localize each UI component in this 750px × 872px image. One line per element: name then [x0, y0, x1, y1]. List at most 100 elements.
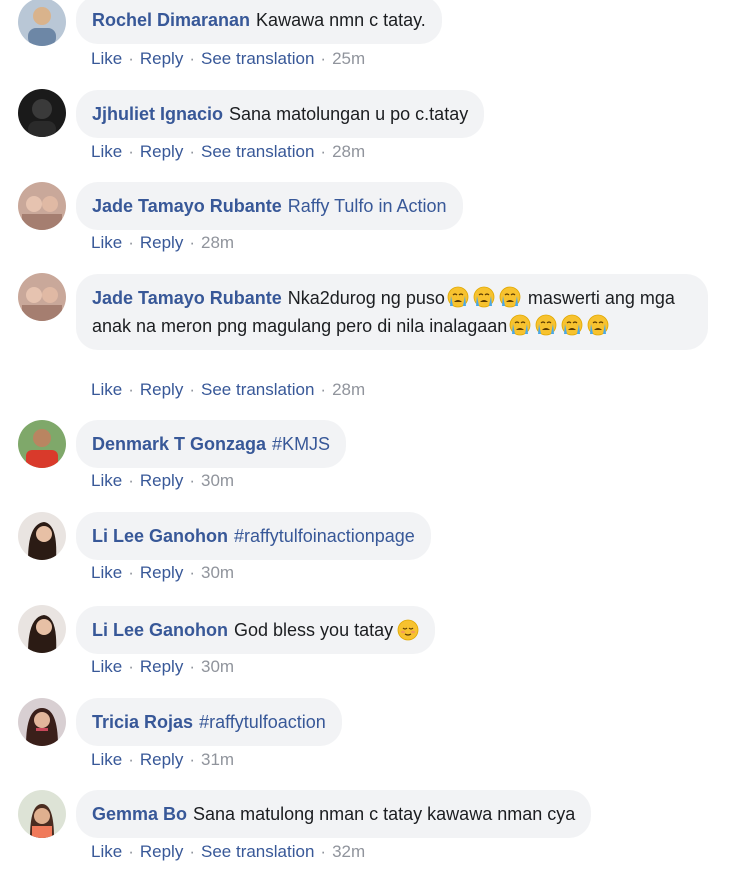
separator: ·	[189, 657, 195, 676]
avatar[interactable]	[18, 698, 66, 746]
like-link[interactable]: Like	[91, 233, 122, 253]
separator: ·	[189, 842, 195, 861]
comment-actions: Like · Reply · See translation · 28m	[91, 142, 365, 162]
comment-author[interactable]: Li Lee Ganohon	[92, 616, 228, 644]
separator: ·	[128, 842, 134, 861]
comment-author[interactable]: Denmark T Gonzaga	[92, 430, 266, 458]
crying-face-icon	[535, 314, 557, 336]
like-link[interactable]: Like	[91, 563, 122, 583]
separator: ·	[128, 233, 134, 252]
reply-link[interactable]: Reply	[140, 657, 183, 677]
timestamp[interactable]: 28m	[332, 142, 365, 162]
crying-face-icon	[587, 314, 609, 336]
comment-bubble: Li Lee Ganohon God bless you tatay	[76, 606, 436, 654]
avatar[interactable]	[18, 790, 66, 838]
reply-link[interactable]: Reply	[140, 380, 183, 400]
reply-link[interactable]: Reply	[140, 563, 183, 583]
reply-link[interactable]: Reply	[140, 750, 183, 770]
separator: ·	[320, 49, 327, 68]
separator: ·	[128, 657, 134, 676]
avatar[interactable]	[18, 0, 66, 46]
reply-link[interactable]: Reply	[140, 142, 183, 162]
comment-text: God bless you tatay	[234, 620, 394, 640]
comment-bubble: Rochel Dimaranan Kawawa nmn c tatay.	[76, 0, 442, 44]
comment-author[interactable]: Tricia Rojas	[92, 708, 193, 736]
avatar[interactable]	[18, 273, 66, 321]
avatar[interactable]	[18, 89, 66, 137]
crying-face-icon	[561, 314, 583, 336]
reply-link[interactable]: Reply	[140, 233, 183, 253]
timestamp[interactable]: 25m	[332, 49, 365, 69]
timestamp[interactable]: 30m	[201, 563, 234, 583]
comment-author[interactable]: Jade Tamayo Rubante	[92, 288, 282, 308]
separator: ·	[320, 380, 327, 399]
see-translation-link[interactable]: See translation	[201, 380, 314, 400]
like-link[interactable]: Like	[91, 380, 122, 400]
like-link[interactable]: Like	[91, 471, 122, 491]
blushing-face-icon	[397, 619, 419, 641]
comment-actions: Like · Reply · See translation · 32m	[91, 842, 365, 862]
separator: ·	[189, 380, 195, 399]
comment-text: Sana matolungan u po c.tatay	[229, 104, 469, 124]
separator: ·	[128, 471, 134, 490]
hashtag-link[interactable]: #raffytulfoaction	[199, 708, 326, 736]
timestamp[interactable]: 32m	[332, 842, 365, 862]
crying-face-icon	[509, 314, 531, 336]
reply-link[interactable]: Reply	[140, 842, 183, 862]
timestamp[interactable]: 30m	[201, 657, 234, 677]
like-link[interactable]: Like	[91, 657, 122, 677]
avatar[interactable]	[18, 182, 66, 230]
like-link[interactable]: Like	[91, 142, 122, 162]
like-link[interactable]: Like	[91, 842, 122, 862]
reply-link[interactable]: Reply	[140, 49, 183, 69]
comment-actions: Like · Reply · 30m	[91, 657, 234, 677]
avatar[interactable]	[18, 512, 66, 560]
timestamp[interactable]: 31m	[201, 750, 234, 770]
comment-actions: Like · Reply · See translation · 25m	[91, 49, 365, 69]
comment-bubble: Denmark T Gonzaga #KMJS	[76, 420, 347, 468]
comment-author[interactable]: Jjhuliet Ignacio	[92, 100, 223, 128]
timestamp[interactable]: 28m	[201, 233, 234, 253]
comment-actions: Like · Reply · 30m	[91, 471, 234, 491]
comment-author[interactable]: Li Lee Ganohon	[92, 522, 228, 550]
comment-actions: Like · Reply · 31m	[91, 750, 234, 770]
crying-face-icon	[447, 286, 469, 308]
separator: ·	[320, 142, 327, 161]
comment-author[interactable]: Jade Tamayo Rubante	[92, 192, 282, 220]
avatar[interactable]	[18, 420, 66, 468]
separator: ·	[128, 750, 134, 769]
hashtag-link[interactable]: #raffytulfoinactionpage	[234, 522, 415, 550]
see-translation-link[interactable]: See translation	[201, 49, 314, 69]
separator: ·	[128, 49, 134, 68]
comment-actions: Like · Reply · See translation · 28m	[91, 380, 365, 400]
see-translation-link[interactable]: See translation	[201, 142, 314, 162]
comment-bubble: Jade Tamayo Rubante Nka2durog ng puso mas…	[76, 274, 708, 350]
comment-bubble: Li Lee Ganohon #raffytulfoinactionpage	[76, 512, 431, 560]
comment-bubble: Jade Tamayo Rubante Raffy Tulfo in Actio…	[76, 182, 463, 230]
separator: ·	[189, 142, 195, 161]
comment-actions: Like · Reply · 28m	[91, 233, 234, 253]
page-tag-link[interactable]: Raffy Tulfo in Action	[288, 192, 447, 220]
hashtag-link[interactable]: #KMJS	[272, 430, 330, 458]
separator: ·	[189, 233, 195, 252]
reply-link[interactable]: Reply	[140, 471, 183, 491]
separator: ·	[128, 563, 134, 582]
comment-actions: Like · Reply · 30m	[91, 563, 234, 583]
separator: ·	[189, 750, 195, 769]
comment-author[interactable]: Gemma Bo	[92, 800, 187, 828]
comment-author[interactable]: Rochel Dimaranan	[92, 6, 250, 34]
avatar[interactable]	[18, 605, 66, 653]
comment-text-part1: Nka2durog ng puso	[287, 288, 445, 308]
comment-bubble: Tricia Rojas #raffytulfoaction	[76, 698, 342, 746]
timestamp[interactable]: 30m	[201, 471, 234, 491]
timestamp[interactable]: 28m	[332, 380, 365, 400]
see-translation-link[interactable]: See translation	[201, 842, 314, 862]
comment-bubble: Gemma Bo Sana matulong nman c tatay kawa…	[76, 790, 592, 838]
comment-text: Sana matulong nman c tatay kawawa nman c…	[193, 804, 576, 824]
like-link[interactable]: Like	[91, 49, 122, 69]
like-link[interactable]: Like	[91, 750, 122, 770]
comment-bubble: Jjhuliet Ignacio Sana matolungan u po c.…	[76, 90, 485, 138]
separator: ·	[189, 471, 195, 490]
crying-face-icon	[473, 286, 495, 308]
separator: ·	[189, 563, 195, 582]
